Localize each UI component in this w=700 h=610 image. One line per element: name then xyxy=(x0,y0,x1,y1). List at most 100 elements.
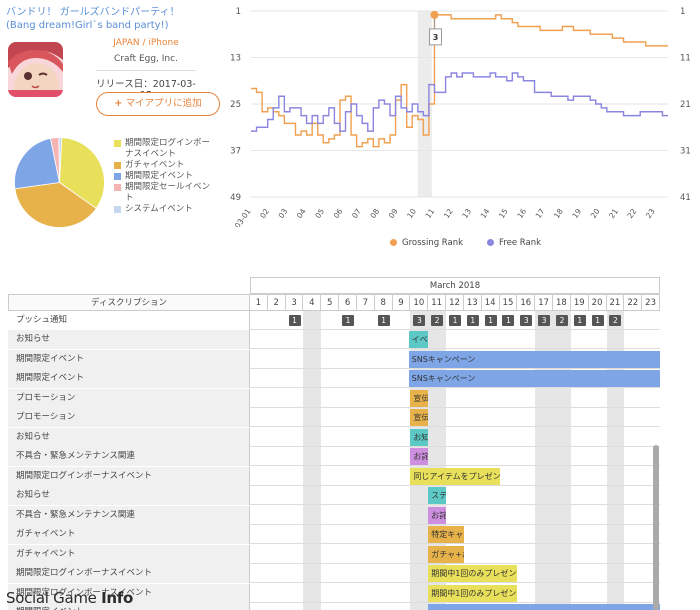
add-button-label: マイアプリに追加 xyxy=(125,98,202,109)
event-row: 不具合・緊急メンテナンス関連 お詫び/不具合通知 xyxy=(8,505,660,525)
timeline-scrollbar[interactable] xyxy=(653,445,659,610)
event-bar[interactable]: 期間中1回のみプレゼント xyxy=(428,565,518,582)
event-row: 期間限定イベント SNSキャンペーン xyxy=(8,369,660,388)
add-to-my-apps-button[interactable]: + マイアプリに追加 xyxy=(96,92,220,116)
right-axis-label: 1 xyxy=(680,7,685,17)
event-bar[interactable]: お詫び/不具合通知 xyxy=(428,506,447,524)
event-row: 期間限定イベント SNSキャンペーン xyxy=(8,349,660,369)
push-count-badge[interactable]: 2 xyxy=(555,315,568,326)
push-count-badge[interactable]: 3 xyxy=(538,315,551,326)
day-header: 5 xyxy=(321,294,340,311)
legend-grossing[interactable]: Grossing Rank xyxy=(390,238,463,248)
day-header: 9 xyxy=(392,294,411,311)
event-bar[interactable]: 宣伝 / 広告 / 生放送 xyxy=(410,389,429,407)
push-count-badge[interactable]: 3 xyxy=(520,315,533,326)
event-bar[interactable]: 同じアイテムをプレゼント xyxy=(410,467,500,485)
day-header: 14 xyxy=(481,294,500,311)
legend-item[interactable]: 期間限定セールイベント xyxy=(114,182,214,204)
push-count-badge[interactable]: 1 xyxy=(449,315,461,326)
row-label: お知らせ xyxy=(8,486,250,505)
event-row: ガチャイベント 特定キャラ / アイテム確率UPガチャ xyxy=(8,525,660,544)
legend-swatch xyxy=(114,184,121,191)
watermark-logo: Social Game Info xyxy=(6,589,133,607)
x-tick-label: 07 xyxy=(350,207,363,220)
event-bar[interactable] xyxy=(428,604,660,610)
legend-label: ガチャイベント xyxy=(125,160,185,170)
day-header: 2 xyxy=(267,294,286,311)
legend-swatch xyxy=(114,173,121,180)
event-bar[interactable]: ガチャ+おまけ xyxy=(428,545,464,563)
event-bar[interactable]: SNSキャンペーン xyxy=(408,350,660,368)
rank-marker[interactable] xyxy=(430,10,439,19)
legend-item[interactable]: システムイベント xyxy=(114,204,214,215)
day-header: 21 xyxy=(606,294,625,311)
event-bar[interactable]: お詫び/不具合通知 xyxy=(410,448,429,465)
legend-free[interactable]: Free Rank xyxy=(487,238,541,248)
day-header: 10 xyxy=(410,294,429,311)
x-tick-label: 11 xyxy=(423,207,436,220)
x-tick-label: 22 xyxy=(626,207,639,220)
x-tick-label: 17 xyxy=(534,207,547,220)
x-tick-label: 23 xyxy=(644,207,657,220)
x-tick-label: 03-01 xyxy=(233,207,253,227)
push-count-badge[interactable]: 2 xyxy=(431,315,444,326)
legend-item[interactable]: ガチャイベント xyxy=(114,160,214,171)
left-axis-label: 37 xyxy=(230,147,241,157)
push-count-badge[interactable]: 1 xyxy=(573,315,586,326)
x-tick-label: 21 xyxy=(607,207,620,220)
day-header: 3 xyxy=(285,294,304,311)
push-count-badge[interactable]: 1 xyxy=(502,315,515,326)
row-label: ガチャイベント xyxy=(8,525,250,544)
row-label: 期間限定イベント xyxy=(8,349,250,369)
event-category-pie-chart xyxy=(14,137,105,228)
event-row: お知らせ イベント告知 xyxy=(8,330,660,349)
legend-item[interactable]: 期間限定ログインボーナスイベント xyxy=(114,138,214,160)
legend-item[interactable]: 期間限定イベント xyxy=(114,171,214,182)
event-bar[interactable]: ステージ / キャラ / 機能追加 xyxy=(428,487,447,504)
app-title[interactable]: バンドリ！ ガールズバンドパーティ！(Bang dream!Girl`s ban… xyxy=(6,6,206,32)
row-label: ガチャイベント xyxy=(8,544,250,564)
x-tick-label: 12 xyxy=(442,207,455,220)
description-header: ディスクリプション xyxy=(8,294,250,311)
x-tick-label: 06 xyxy=(332,207,345,220)
push-count-badge[interactable]: 1 xyxy=(466,315,479,326)
push-count-badge[interactable]: 1 xyxy=(591,315,604,326)
free-rank-line[interactable] xyxy=(251,72,668,132)
push-count-badge[interactable]: 1 xyxy=(342,315,355,326)
event-bar[interactable]: お知らせ（その他） xyxy=(410,428,429,446)
event-bar[interactable]: 特定キャラ / アイテム確率UPガチャ xyxy=(428,526,464,543)
rank-chart-legend: Grossing Rank Free Rank xyxy=(390,238,541,248)
left-axis-label: 1 xyxy=(236,7,241,17)
marker-label: 3 xyxy=(433,33,439,42)
day-header: 22 xyxy=(624,294,643,311)
event-row: プロモーション 宣伝 / 広告 / 生放送 xyxy=(8,408,660,427)
left-axis-label: 49 xyxy=(230,193,241,203)
day-header: 12 xyxy=(446,294,464,311)
developer-label[interactable]: Craft Egg, Inc. xyxy=(96,54,196,64)
event-bar[interactable]: 宣伝 / 広告 / 生放送 xyxy=(410,409,429,426)
x-tick-label: 04 xyxy=(295,207,308,220)
day-header: 11 xyxy=(428,294,447,311)
day-header: 19 xyxy=(570,294,589,311)
x-tick-label: 03 xyxy=(277,207,290,220)
row-label: 期間限定ログインボーナスイベント xyxy=(8,564,250,583)
x-tick-label: 02 xyxy=(258,207,271,220)
x-tick-label: 19 xyxy=(570,207,583,220)
x-tick-label: 18 xyxy=(552,207,565,220)
push-count-badge[interactable]: 2 xyxy=(609,315,622,326)
event-bar[interactable]: イベント告知 xyxy=(408,331,429,348)
x-tick-label: 09 xyxy=(387,207,400,220)
event-bar[interactable]: 期間中1回のみプレゼント xyxy=(428,584,518,602)
plus-icon: + xyxy=(114,98,126,109)
x-tick-label: 13 xyxy=(460,207,473,220)
right-axis-label: 11 xyxy=(680,54,690,64)
push-count-badge[interactable]: 1 xyxy=(484,315,497,326)
push-count-badge[interactable]: 3 xyxy=(413,315,426,326)
grossing-rank-line[interactable] xyxy=(251,14,668,148)
event-bar[interactable]: SNSキャンペーン xyxy=(408,370,660,387)
day-header: 23 xyxy=(642,294,660,311)
x-tick-label: 16 xyxy=(515,207,528,220)
push-count-badge[interactable]: 1 xyxy=(377,315,390,326)
push-count-badge[interactable]: 1 xyxy=(288,315,301,326)
row-label: お知らせ xyxy=(8,427,250,447)
